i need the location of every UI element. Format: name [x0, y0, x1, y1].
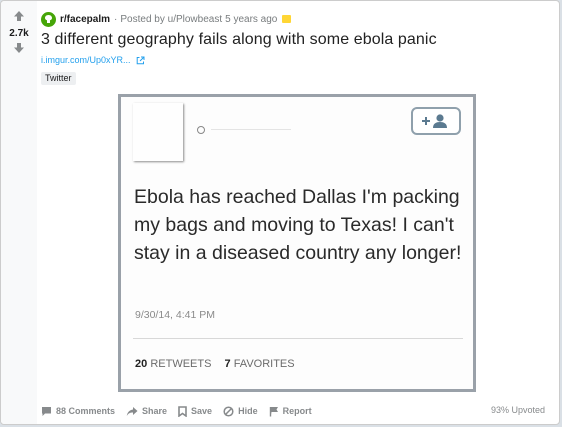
- tweet-text: Ebola has reached Dallas I'm packing my …: [134, 186, 462, 264]
- post-image[interactable]: Ebola has reached Dallas I'm packing my …: [118, 94, 476, 392]
- subreddit-name[interactable]: r/facepalm: [60, 14, 110, 25]
- tweet-date: 9/30/14, 4:41 PM: [135, 309, 215, 321]
- tweet-retweets: 20 RETWEETS: [135, 358, 211, 370]
- post-title[interactable]: 3 different geography fails along with s…: [41, 31, 437, 49]
- share-label: Share: [142, 406, 168, 416]
- tweet-screenshot: Ebola has reached Dallas I'm packing my …: [121, 97, 473, 389]
- hide-icon: [223, 405, 234, 417]
- post-footer: 88 Comments Share Save Hide Report: [41, 403, 323, 419]
- tweet-handle-icon: [197, 126, 205, 134]
- hide-label: Hide: [238, 406, 258, 416]
- tweet-avatar: [133, 103, 183, 161]
- share-arrow-icon: [126, 406, 138, 416]
- add-user-icon: [422, 114, 447, 128]
- posted-by[interactable]: Posted by u/Plowbeast: [120, 14, 222, 25]
- share-button[interactable]: Share: [126, 406, 167, 417]
- separator-dot: ·: [114, 13, 118, 25]
- save-label: Save: [191, 406, 213, 416]
- bookmark-icon: [178, 405, 187, 417]
- comments-button[interactable]: 88 Comments: [41, 406, 115, 417]
- post-header: r/facepalm · Posted by u/Plowbeast 5 yea…: [41, 11, 292, 27]
- tweet-name-line: [211, 129, 291, 130]
- post-flair[interactable]: Twitter: [41, 72, 76, 85]
- award-icon[interactable]: [282, 15, 292, 23]
- post-link[interactable]: i.imgur.com/Up0xYR...: [41, 55, 145, 65]
- flag-icon: [269, 406, 278, 416]
- vote-score: 2.7k: [9, 28, 29, 39]
- arrow-up-icon[interactable]: [12, 9, 26, 23]
- subreddit-icon[interactable]: [41, 11, 56, 27]
- comment-icon: [42, 406, 51, 416]
- post-age: 5 years ago: [225, 13, 278, 25]
- post-link-text: i.imgur.com/Up0xYR...: [41, 55, 131, 65]
- favorites-count: 7: [224, 358, 231, 370]
- tweet-favorites: 7 FAVORITES: [225, 358, 295, 370]
- arrow-down-icon[interactable]: [12, 41, 26, 55]
- post-card: 2.7k r/facepalm · Posted by u/Plowbeast …: [0, 0, 560, 425]
- tweet-divider: [133, 338, 463, 339]
- favorites-label: FAVORITES: [233, 358, 295, 370]
- upvote-ratio: 93% Upvoted: [490, 405, 545, 415]
- retweets-count: 20: [135, 358, 148, 370]
- comments-label: 88 Comments: [56, 406, 116, 416]
- retweets-label: RETWEETS: [150, 358, 212, 370]
- external-link-icon: [136, 56, 145, 64]
- report-button[interactable]: Report: [269, 406, 312, 417]
- save-button[interactable]: Save: [178, 405, 213, 417]
- vote-column: 2.7k: [1, 1, 37, 424]
- follow-button: [411, 107, 461, 135]
- report-label: Report: [282, 406, 312, 416]
- hide-button[interactable]: Hide: [223, 405, 258, 417]
- tweet-stats: 20 RETWEETS 7 FAVORITES: [135, 358, 295, 370]
